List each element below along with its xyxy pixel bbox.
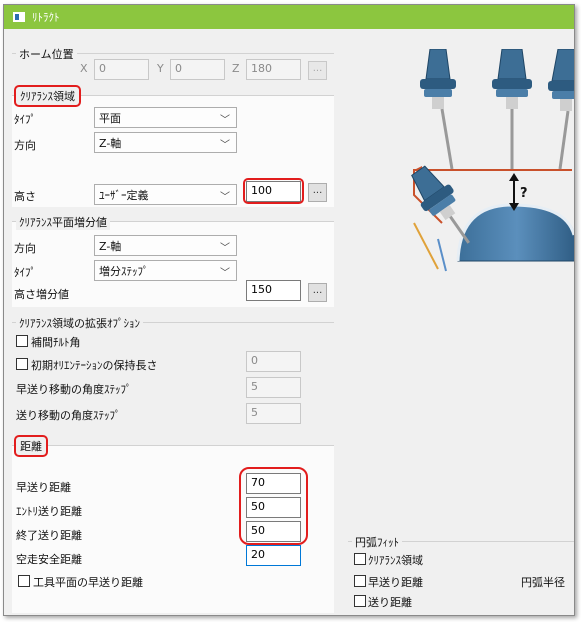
extended-group: ｸﾘｱﾗﾝｽ領域の拡張ｵﾌﾟｼｮﾝ xyxy=(12,315,334,331)
arc-feed-checkbox[interactable] xyxy=(354,595,366,607)
clearance-height-label: 高さ xyxy=(14,190,36,203)
distance-group: 距離 xyxy=(12,435,334,457)
increment-dir-label: 方向 xyxy=(14,242,36,255)
chevron-down-icon: ﹀ xyxy=(220,192,230,203)
z-label: Z xyxy=(232,62,240,75)
clearance-dir-label: 方向 xyxy=(14,139,36,152)
chevron-down-icon: ﹀ xyxy=(220,140,230,151)
arc-fit-title: 円弧ﾌｨｯﾄ xyxy=(352,534,402,550)
increment-dir-select[interactable]: Z-軸 ﹀ xyxy=(94,235,237,256)
air-safety-distance-label: 空走安全距離 xyxy=(16,553,82,566)
extended-title: ｸﾘｱﾗﾝｽ領域の拡張ｵﾌﾟｼｮﾝ xyxy=(16,315,143,331)
arc-clearance-label: ｸﾘｱﾗﾝｽ領域 xyxy=(368,554,423,567)
entry-feed-distance-label: ｴﾝﾄﾘ送り距離 xyxy=(16,505,82,518)
increment-type-select[interactable]: 増分ｽﾃｯﾌﾟ ﹀ xyxy=(94,260,237,281)
chevron-down-icon: ﹀ xyxy=(220,243,230,254)
clearance-height-highlight xyxy=(243,178,304,204)
home-group: ホーム位置 xyxy=(12,46,334,62)
clearance-height-mode-select[interactable]: ﾕｰｻﾞｰ定義 ﹀ xyxy=(94,184,237,205)
increment-height-field[interactable]: 150 xyxy=(246,280,301,301)
window-title: ﾘﾄﾗｸﾄ xyxy=(32,11,60,24)
increment-height-label: 高さ増分値 xyxy=(14,288,69,301)
exit-feed-distance-label: 終了送り距離 xyxy=(16,529,82,542)
chevron-down-icon: ﹀ xyxy=(220,115,230,126)
keep-orientation-checkbox[interactable] xyxy=(16,358,28,370)
increment-height-browse-button[interactable]: ... xyxy=(308,283,327,302)
keep-orientation-field[interactable]: 0 xyxy=(246,351,301,372)
tool-holder-icon xyxy=(492,49,532,169)
clearance-title: ｸﾘｱﾗﾝｽ領域 xyxy=(14,85,81,107)
air-safety-distance-field[interactable]: 20 xyxy=(246,545,301,566)
rapid-distance-label: 早送り距離 xyxy=(16,481,71,494)
title-bar: ﾘﾄﾗｸﾄ xyxy=(4,5,574,29)
home-y-field[interactable]: 0 xyxy=(170,59,225,80)
rapid-angle-step-label: 早送り移動の角度ｽﾃｯﾌﾟ xyxy=(16,383,132,396)
increment-group: ｸﾘｱﾗﾝｽ平面増分値 xyxy=(12,214,334,230)
distance-highlight xyxy=(239,467,308,545)
tool-plane-rapid-label: 工具平面の早送り距離 xyxy=(33,576,143,589)
arc-feed-label: 送り距離 xyxy=(368,596,412,609)
distance-title: 距離 xyxy=(14,435,48,457)
clearance-type-label: ﾀｲﾌﾟ xyxy=(14,113,36,126)
tool-holder-icon xyxy=(420,49,456,170)
home-x-field[interactable]: 0 xyxy=(94,59,149,80)
increment-type-label: ﾀｲﾌﾟ xyxy=(14,266,36,279)
arc-rapid-label: 早送り距離 xyxy=(368,576,423,589)
increment-title: ｸﾘｱﾗﾝｽ平面増分値 xyxy=(16,214,110,230)
tilt-label: 補間ﾁﾙﾄ角 xyxy=(31,336,81,349)
home-title: ホーム位置 xyxy=(16,46,77,62)
feed-angle-step-field[interactable]: 5 xyxy=(246,403,301,424)
rapid-angle-step-field[interactable]: 5 xyxy=(246,377,301,398)
increment-dir-value: Z-軸 xyxy=(99,240,122,253)
x-label: X xyxy=(80,62,88,75)
clearance-dir-select[interactable]: Z-軸 ﹀ xyxy=(94,132,237,153)
tilt-checkbox[interactable] xyxy=(16,335,28,347)
home-z-field[interactable]: 180 xyxy=(246,59,301,80)
retract-illustration: ? xyxy=(411,49,574,272)
arc-radius-label: 円弧半径 xyxy=(521,576,565,589)
y-label: Y xyxy=(157,62,164,75)
question-mark: ? xyxy=(520,186,528,201)
retract-dialog: ﾘﾄﾗｸﾄ ホーム位置 X 0 Y 0 Z 180 ... ｸﾘｱﾗﾝｽ領域 ﾀ… xyxy=(3,4,575,616)
arc-clearance-checkbox[interactable] xyxy=(354,553,366,565)
tool-plane-rapid-checkbox[interactable] xyxy=(18,575,30,587)
arc-fit-group: 円弧ﾌｨｯﾄ xyxy=(348,534,574,550)
clearance-type-select[interactable]: 平面 ﹀ xyxy=(94,107,237,128)
clearance-dir-value: Z-軸 xyxy=(99,137,122,150)
chevron-down-icon: ﹀ xyxy=(220,268,230,279)
tool-holder-icon xyxy=(548,49,574,170)
clearance-height-mode-value: ﾕｰｻﾞｰ定義 xyxy=(99,189,149,202)
arc-rapid-checkbox[interactable] xyxy=(354,575,366,587)
window-icon xyxy=(13,12,25,22)
increment-type-value: 増分ｽﾃｯﾌﾟ xyxy=(99,265,149,278)
keep-orientation-label: 初期ｵﾘｴﾝﾃｰｼｮﾝの保持長さ xyxy=(31,359,158,372)
clearance-type-value: 平面 xyxy=(99,112,121,125)
feed-angle-step-label: 送り移動の角度ｽﾃｯﾌﾟ xyxy=(16,409,121,422)
clearance-height-browse-button[interactable]: ... xyxy=(308,183,327,202)
clearance-group: ｸﾘｱﾗﾝｽ領域 xyxy=(12,85,334,107)
home-browse-button[interactable]: ... xyxy=(308,61,327,80)
